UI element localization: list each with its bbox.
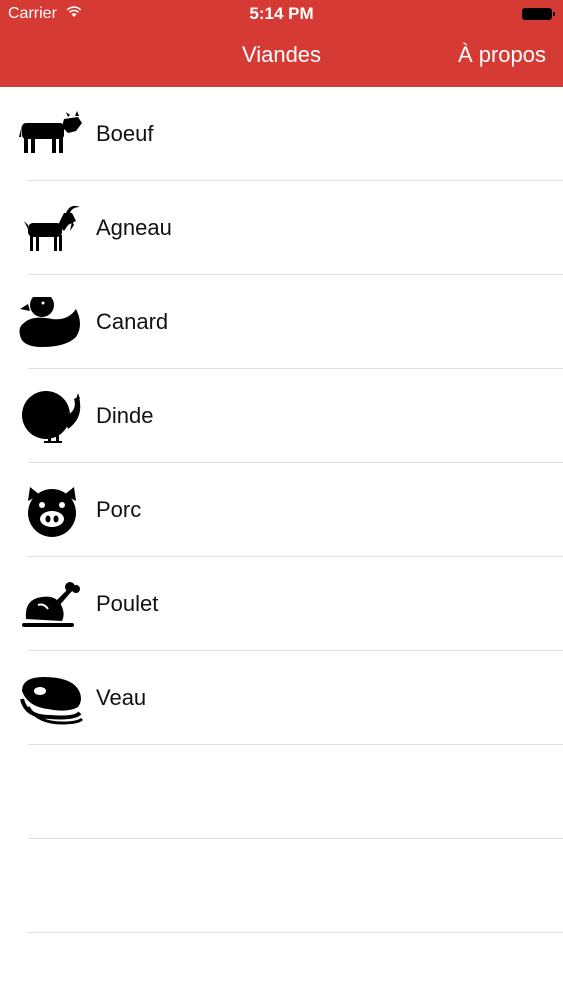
row-divider xyxy=(28,932,563,933)
item-label: Canard xyxy=(96,309,169,334)
turkey-icon xyxy=(22,391,81,443)
status-time: 5:14 PM xyxy=(249,4,314,23)
item-label: Poulet xyxy=(96,591,159,616)
item-label: Porc xyxy=(96,497,142,522)
steak-icon xyxy=(20,677,84,725)
empty-row xyxy=(0,745,563,839)
status-bar: Carrier 5:14 PM xyxy=(0,0,563,30)
navigation-bar: Carrier 5:14 PM Viandes À propos xyxy=(0,0,563,87)
item-label: Dinde xyxy=(96,403,154,428)
list-item[interactable]: Poulet xyxy=(0,557,563,651)
list-item[interactable]: Dinde xyxy=(0,369,563,463)
item-label: Boeuf xyxy=(96,121,154,146)
item-label: Agneau xyxy=(96,215,172,240)
meat-list: Boeuf Agneau Canard Dinde Porc Poulet Ve… xyxy=(0,87,563,933)
item-label: Veau xyxy=(96,685,147,710)
list-item[interactable]: Boeuf xyxy=(0,87,563,181)
cow-icon xyxy=(19,111,82,153)
list-item[interactable]: Veau xyxy=(0,651,563,745)
goat-icon xyxy=(24,205,80,251)
duck-icon xyxy=(19,297,80,347)
pig-icon xyxy=(28,487,76,537)
about-button[interactable]: À propos xyxy=(458,42,546,68)
roast-chicken-icon xyxy=(22,582,80,627)
empty-row xyxy=(0,839,563,933)
list-item[interactable]: Agneau xyxy=(0,181,563,275)
battery-icon xyxy=(522,8,555,20)
list-item[interactable]: Canard xyxy=(0,275,563,369)
list-item[interactable]: Porc xyxy=(0,463,563,557)
